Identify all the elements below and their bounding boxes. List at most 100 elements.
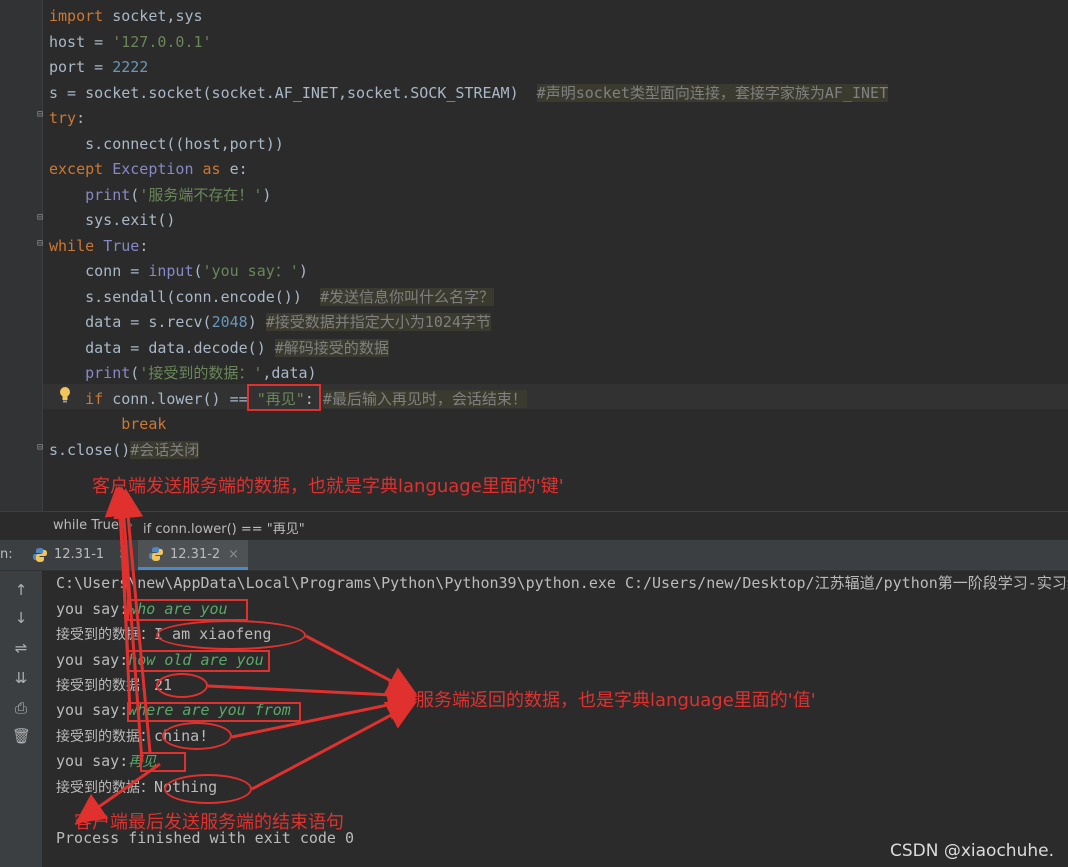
recv-label: 接受到的数据： (56, 729, 154, 745)
code-token: ,data) (262, 364, 317, 382)
code-token: if (49, 389, 113, 408)
code-token: s = socket.socket(socket.AF_INET (49, 83, 338, 102)
annotation-note-keys: 客户端发送服务端的数据，也就是字典language里面的'键' (92, 476, 564, 497)
annotation-note-values: 服务端返回的数据，也是字典language里面的'值' (416, 690, 816, 711)
code-line[interactable]: conn = input('you say：') (49, 259, 308, 284)
code-token: 'you say：' (202, 262, 299, 280)
code-token: s.close() (49, 440, 131, 459)
code-line[interactable]: s.connect((host,port)) (49, 132, 284, 157)
code-line[interactable]: break (49, 412, 166, 437)
code-token: port)) (229, 134, 284, 153)
watermark: CSDN @xiaochuhe. (889, 841, 1054, 861)
code-token: socket (103, 7, 167, 25)
annotation-box-input-1 (127, 599, 248, 621)
recv-label: 接受到的数据： (56, 780, 154, 796)
code-line[interactable]: print('接受到的数据：',data) (49, 361, 317, 386)
arrow-down-icon[interactable]: ↓ (12, 609, 30, 627)
code-line[interactable]: data = s.recv(2048) #接受数据并指定大小为1024字节 (49, 310, 491, 335)
breadcrumb-separator: › (128, 518, 134, 533)
trash-icon[interactable]: 🗑 (12, 727, 31, 745)
run-tabs: n: 12.31-1 × 12.31-2 × (0, 540, 1068, 571)
code-token: #解码接受的数据 (274, 338, 389, 357)
code-token: try (49, 109, 77, 127)
code-token: #声明socket类型面向连接，套接字家族为AF_INET (536, 83, 889, 102)
annotation-ellipse-reply-1 (156, 620, 306, 650)
code-token: conn = (49, 262, 149, 280)
scroll-to-end-icon[interactable]: ⇊ (12, 669, 30, 687)
code-line[interactable]: data = data.decode() #解码接受的数据 (49, 336, 389, 361)
annotation-ellipse-reply-4 (164, 774, 252, 804)
fold-marker-icon[interactable]: ⊟ (35, 443, 45, 453)
annotation-note-end: 客户端最后发送服务端的结束语句 (74, 812, 344, 833)
code-line[interactable]: while True: (49, 234, 148, 259)
recv-label: 接受到的数据： (56, 678, 154, 694)
code-line[interactable]: s.close()#会话关闭 (49, 438, 200, 463)
code-token: ( (193, 262, 203, 280)
code-token: '127.0.0.1' (112, 32, 212, 51)
code-token: #最后输入再见时，会话结束！ (322, 389, 527, 408)
code-token: : (76, 109, 86, 127)
code-line[interactable]: except Exception as e: (49, 157, 248, 182)
code-token: #会话关闭 (130, 440, 200, 459)
breadcrumb: while True › if conn.lower() == "再见" (0, 511, 1068, 540)
tab-12-31-1[interactable]: 12.31-1 × (22, 540, 132, 570)
annotation-box-input-4 (140, 752, 186, 772)
close-icon[interactable]: × (228, 540, 239, 570)
annotation-box-zaijian (247, 384, 321, 411)
code-token: print (49, 364, 131, 382)
code-token: as (193, 160, 230, 178)
console-prompt: you say: (56, 752, 129, 770)
code-token: ) (262, 185, 272, 204)
code-token: ) (247, 313, 266, 331)
code-line[interactable]: port = 2222 (49, 55, 148, 80)
print-icon[interactable]: ⎙ (12, 699, 30, 717)
code-token: Exception (112, 160, 194, 178)
code-token: #发送信息你叫什么名字？ (319, 287, 494, 306)
code-token: sys.exit() (49, 211, 176, 229)
annotation-box-input-2 (127, 650, 270, 672)
code-token: port = (49, 58, 113, 76)
fold-marker-icon[interactable]: ⊟ (35, 110, 45, 120)
code-token: ( (130, 185, 140, 204)
close-icon[interactable]: × (118, 540, 129, 570)
code-line[interactable]: print('服务端不存在！') (49, 183, 271, 208)
code-line[interactable]: s.sendall(conn.encode()) #发送信息你叫什么名字？ (49, 285, 494, 310)
code-token: 2222 (112, 58, 149, 76)
code-line[interactable]: try: (49, 106, 85, 131)
arrow-up-icon[interactable]: ↑ (12, 581, 30, 599)
code-token: , (337, 83, 348, 102)
code-token: break (49, 415, 167, 433)
code-token: s.sendall(conn.encode()) (49, 287, 320, 306)
code-line[interactable]: sys.exit() (49, 208, 175, 233)
recv-label: 接受到的数据： (56, 627, 154, 643)
console-prompt: you say: (56, 600, 129, 618)
tab-12-31-2[interactable]: 12.31-2 × (138, 540, 248, 570)
code-token: , (220, 134, 230, 153)
console-command: C:\Users\new\AppData\Local\Programs\Pyth… (56, 574, 1068, 592)
fold-marker-icon[interactable]: ⊟ (35, 239, 45, 249)
fold-marker-icon[interactable]: ⊟ (35, 213, 45, 223)
code-token: data = data.decode() (49, 338, 275, 357)
code-token: e: (229, 160, 248, 178)
python-icon (33, 548, 47, 562)
soft-wrap-icon[interactable]: ⇌ (12, 639, 30, 657)
code-token: : (139, 236, 149, 255)
code-token: import (49, 7, 104, 25)
breadcrumb-item-while[interactable]: while True (53, 518, 119, 533)
code-editor[interactable]: ⊟ ⊟ ⊟ ⊟ import socket,sys host = '127.0.0… (0, 0, 1068, 511)
code-token: except (49, 160, 113, 178)
console-prompt: you say: (56, 651, 129, 669)
code-line[interactable]: s = socket.socket(socket.AF_INET,socket.… (49, 81, 889, 106)
code-token: ( (130, 364, 140, 382)
breadcrumb-item-if[interactable]: if conn.lower() == "再见" (143, 518, 305, 537)
code-token: sys (175, 7, 203, 25)
code-token: 2048 (211, 313, 248, 331)
code-token: '服务端不存在！' (139, 185, 263, 204)
code-line[interactable]: import socket,sys (49, 4, 203, 29)
annotation-ellipse-reply-3 (162, 722, 232, 750)
code-token: conn.lower() == (112, 389, 257, 408)
code-line[interactable]: host = '127.0.0.1' (49, 30, 212, 55)
code-token: True (103, 236, 140, 255)
code-token: #接受数据并指定大小为1024字节 (265, 313, 491, 331)
console-prompt: you say: (56, 701, 129, 719)
